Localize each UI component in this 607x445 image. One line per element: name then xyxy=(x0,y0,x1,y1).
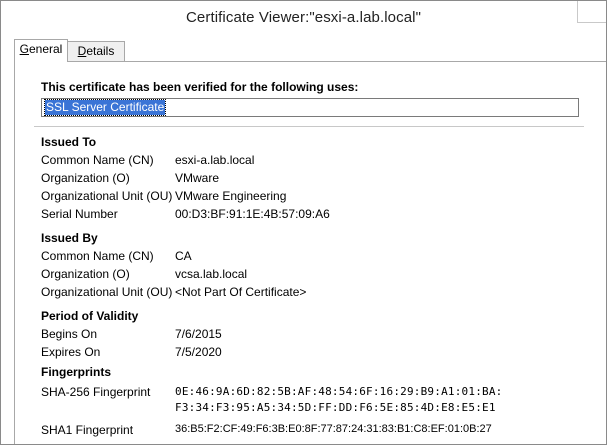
issued-to-org-value: VMware xyxy=(175,171,220,185)
title-bar[interactable]: Certificate Viewer:"esxi-a.lab.local" xyxy=(1,1,606,34)
tab-details[interactable]: Details xyxy=(67,41,125,61)
certificate-uses-list[interactable]: SSL Server Certificate xyxy=(41,98,579,117)
issued-to-heading: Issued To xyxy=(41,135,97,149)
begins-on-label: Begins On xyxy=(41,327,98,341)
sha256-value-line1: 0E:46:9A:6D:82:5B:AF:48:54:6F:16:29:B9:A… xyxy=(175,385,503,398)
serial-number-value: 00:D3:BF:91:1E:4B:57:09:A6 xyxy=(175,207,330,221)
tab-general-label: eneral xyxy=(28,42,63,56)
certificate-viewer-window: Certificate Viewer:"esxi-a.lab.local" Ge… xyxy=(0,0,607,445)
issued-by-ou-label: Organizational Unit (OU) xyxy=(41,285,173,299)
issued-to-org-label: Organization (O) xyxy=(41,171,130,185)
section-divider xyxy=(34,126,584,127)
issued-by-org-label: Organization (O) xyxy=(41,267,130,281)
issued-by-cn-value: CA xyxy=(175,249,192,263)
expires-on-value: 7/5/2020 xyxy=(175,345,222,359)
serial-number-label: Serial Number xyxy=(41,207,118,221)
tab-general-accel: G xyxy=(19,42,29,56)
issued-to-cn-label: Common Name (CN) xyxy=(41,153,154,167)
general-panel: This certificate has been verified for t… xyxy=(14,61,606,444)
verified-heading: This certificate has been verified for t… xyxy=(41,80,359,94)
use-item-ssl-server[interactable]: SSL Server Certificate xyxy=(43,99,167,116)
issued-by-heading: Issued By xyxy=(41,231,98,245)
issued-by-org-value: vcsa.lab.local xyxy=(175,267,248,281)
window-title: Certificate Viewer:"esxi-a.lab.local" xyxy=(186,9,421,26)
sha256-label: SHA-256 Fingerprint xyxy=(41,385,151,399)
issued-to-ou-label: Organizational Unit (OU) xyxy=(41,189,173,203)
tab-details-label: etails xyxy=(86,44,115,58)
sha1-label: SHA1 Fingerprint xyxy=(41,423,134,437)
issued-to-ou-value: VMware Engineering xyxy=(175,189,287,203)
expires-on-label: Expires On xyxy=(41,345,101,359)
fingerprints-heading: Fingerprints xyxy=(41,365,112,379)
issued-by-cn-label: Common Name (CN) xyxy=(41,249,154,263)
issued-by-ou-value: <Not Part Of Certificate> xyxy=(175,285,307,299)
issued-to-cn-value: esxi-a.lab.local xyxy=(175,153,255,167)
validity-heading: Period of Validity xyxy=(41,309,139,323)
sha256-value-line2: F3:34:F3:95:A5:34:5D:FF:DD:F6:5E:85:4D:E… xyxy=(175,401,496,414)
close-button[interactable] xyxy=(577,1,606,23)
begins-on-value: 7/6/2015 xyxy=(175,327,222,341)
sha1-value: 36:B5:F2:CF:49:F6:3B:E0:8F:77:87:24:31:8… xyxy=(175,423,492,435)
tab-general[interactable]: General xyxy=(14,39,68,62)
